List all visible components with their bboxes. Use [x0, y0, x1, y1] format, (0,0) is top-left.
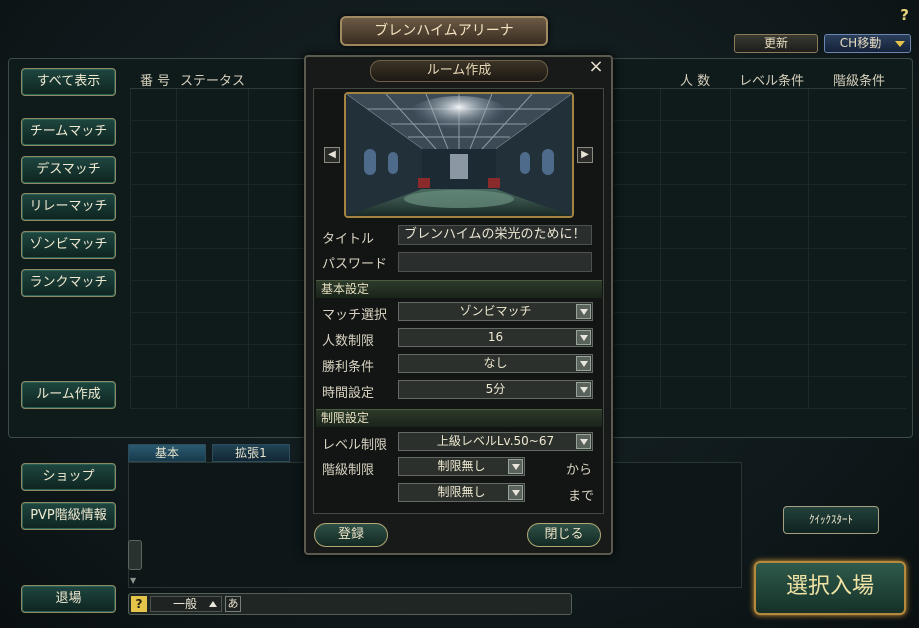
chevron-down-icon [576, 356, 591, 371]
relay-match-button[interactable]: リレーマッチ [21, 193, 116, 221]
death-match-button[interactable]: デスマッチ [21, 156, 116, 184]
map-preview-art [346, 94, 572, 216]
map-preview-image [344, 92, 574, 218]
column-header-level: レベル条件 [739, 74, 805, 89]
zombie-match-button[interactable]: ゾンビマッチ [21, 231, 116, 259]
players-limit-label: 人数制限 [322, 334, 375, 349]
match-select-dropdown[interactable]: ゾンビマッチ [398, 302, 593, 321]
column-header-players: 人 数 [680, 74, 711, 89]
room-title-input[interactable]: ブレンハイムの栄光のために！ [398, 225, 592, 245]
rank-limit-to-dropdown[interactable]: 制限無し [398, 483, 525, 502]
team-match-button[interactable]: チームマッチ [21, 118, 116, 146]
pvp-rank-info-button[interactable]: PVP階級情報 [21, 502, 116, 530]
shop-button[interactable]: ショップ [21, 463, 116, 491]
level-limit-dropdown[interactable]: 上級レベルLv.50~67 [398, 432, 593, 451]
quick-start-button[interactable]: ｸｲｯｸｽﾀｰﾄ [783, 506, 879, 534]
rank-limit-to-value: 制限無し [437, 485, 486, 499]
chevron-down-icon [508, 485, 523, 500]
dialog-close-button[interactable]: 閉じる [527, 523, 601, 547]
chevron-down-icon [895, 41, 905, 47]
chat-channel-select[interactable]: 一般 [150, 596, 222, 612]
dialog-title: ルーム作成 [370, 60, 548, 82]
arena-title: ブレンハイムアリーナ [340, 16, 548, 46]
rank-limit-label: 階級制限 [322, 463, 375, 478]
title-label: タイトル [322, 232, 375, 247]
password-input[interactable] [398, 252, 592, 272]
victory-condition-dropdown[interactable]: なし [398, 354, 593, 373]
rank-limit-from-dropdown[interactable]: 制限無し [398, 457, 525, 476]
channel-move-label: CH移動 [839, 36, 882, 50]
match-select-value: ゾンビマッチ [459, 304, 532, 318]
victory-condition-label: 勝利条件 [322, 360, 375, 375]
column-header-number: 番 号 [140, 74, 171, 89]
arena-screen: ブレンハイムアリーナ ? 更新 CH移動 番 号 ステータス 人 数 レベル条件… [0, 0, 919, 628]
column-header-status: ステータス [180, 74, 246, 89]
channel-move-button[interactable]: CH移動 [824, 34, 911, 53]
rank-limit-from-value: 制限無し [437, 459, 486, 473]
scroll-down-icon[interactable]: ▼ [130, 576, 140, 586]
create-room-button[interactable]: ルーム作成 [21, 381, 116, 409]
chat-channel-label: 一般 [173, 597, 198, 611]
players-limit-value: 16 [487, 330, 504, 344]
tab-extension1[interactable]: 拡張1 [212, 444, 290, 462]
exit-button[interactable]: 退場 [21, 585, 116, 613]
players-limit-dropdown[interactable]: 16 [398, 328, 593, 347]
help-icon[interactable]: ? [900, 6, 909, 24]
close-icon[interactable]: × [587, 58, 605, 76]
tab-basic[interactable]: 基本 [128, 444, 206, 462]
chat-help-icon[interactable]: ? [131, 596, 147, 612]
time-setting-dropdown[interactable]: 5分 [398, 380, 593, 399]
chat-scroll-thumb[interactable] [128, 540, 142, 570]
match-select-label: マッチ選択 [322, 308, 388, 323]
rank-match-button[interactable]: ランクマッチ [21, 269, 116, 297]
victory-condition-value: なし [483, 356, 508, 370]
level-limit-value: 上級レベルLv.50~67 [436, 434, 555, 448]
chevron-up-icon [209, 601, 217, 607]
limit-settings-header: 制限設定 [316, 409, 602, 427]
level-limit-label: レベル制限 [322, 438, 388, 453]
basic-settings-header: 基本設定 [316, 280, 602, 298]
next-map-button[interactable]: ▶ [577, 147, 593, 163]
enter-selected-button[interactable]: 選択入場 [754, 561, 906, 615]
chevron-down-icon [576, 330, 591, 345]
chevron-down-icon [508, 459, 523, 474]
time-setting-value: 5分 [485, 382, 506, 396]
register-button[interactable]: 登録 [314, 523, 388, 547]
rank-from-suffix: から [566, 463, 593, 478]
prev-map-button[interactable]: ◀ [324, 147, 340, 163]
refresh-button[interactable]: 更新 [734, 34, 818, 53]
chevron-down-icon [576, 382, 591, 397]
column-header-rank: 階級条件 [833, 74, 886, 89]
ime-toggle[interactable]: あ [225, 596, 241, 612]
time-setting-label: 時間設定 [322, 386, 375, 401]
show-all-button[interactable]: すべて表示 [21, 68, 116, 96]
chevron-down-icon [576, 304, 591, 319]
rank-to-suffix: まで [568, 489, 595, 504]
password-label: パスワード [322, 257, 388, 272]
chevron-down-icon [576, 434, 591, 449]
